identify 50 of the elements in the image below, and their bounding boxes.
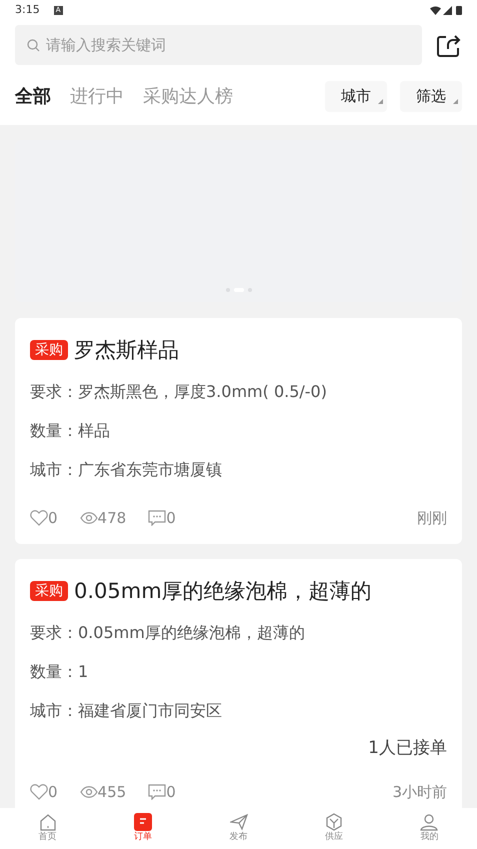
corner-caret-icon <box>378 98 383 104</box>
document-icon <box>134 813 152 831</box>
card-detail: 要求：0.05mm厚的绝缘泡棉，超薄的 <box>30 622 306 644</box>
dropdown-button[interactable]: 城市 <box>325 80 387 112</box>
card-title: 罗杰斯样品 <box>74 337 179 364</box>
eye-icon <box>80 511 98 526</box>
filter-tab[interactable]: 采购达人榜 <box>143 82 233 110</box>
comment-icon <box>148 784 166 800</box>
card-detail: 要求：罗杰斯黑色，厚度3.0mm( 0.5/-0) <box>30 381 328 403</box>
accepted-count: 1人已接单 <box>368 736 447 760</box>
nav-tab[interactable]: 我的 <box>382 808 477 849</box>
nav-tab[interactable]: 首页 <box>0 808 96 849</box>
home-icon <box>38 813 57 831</box>
eye-icon <box>80 785 98 800</box>
view-count: 455 <box>98 782 126 803</box>
comment-count: 0 <box>166 782 176 803</box>
dropdown-button[interactable]: 筛选 <box>400 80 462 112</box>
post-time: 3小时前 <box>392 782 447 803</box>
card-detail: 数量：样品 <box>30 420 111 442</box>
battery-icon <box>456 5 462 15</box>
card-detail: 数量：1 <box>30 660 90 682</box>
view-count: 478 <box>98 508 126 529</box>
like-count: 0 <box>48 782 58 803</box>
nav-tab[interactable]: 发布 <box>190 808 286 849</box>
purchase-tag: 采购 <box>30 580 68 600</box>
search-field[interactable]: 请输入搜索关键词 <box>15 25 422 65</box>
comment-icon <box>148 510 166 526</box>
post-time: 刚刚 <box>417 508 447 529</box>
like-count: 0 <box>48 508 58 529</box>
order-card[interactable]: 采购 0.05mm厚的绝缘泡棉，超薄的 要求：0.05mm厚的绝缘泡棉，超薄的 数量：1 城市：福建省厦门市同安区 1人已接单 0 455 0 3小时前 <box>15 558 462 808</box>
cube-icon <box>324 813 343 831</box>
heart-icon <box>30 784 48 800</box>
card-detail: 城市：福建省厦门市同安区 <box>30 700 223 722</box>
corner-caret-icon <box>453 98 458 104</box>
card-detail: 城市：广东省东莞市塘厦镇 <box>30 459 223 481</box>
filter-tab[interactable]: 进行中 <box>70 82 124 110</box>
paper-plane-icon <box>230 813 248 831</box>
filter-tab[interactable]: 全部 <box>15 82 51 110</box>
person-icon <box>420 813 438 831</box>
signal-icon <box>443 6 452 14</box>
nav-tab[interactable]: 订单 <box>95 808 191 849</box>
order-card[interactable]: 采购 罗杰斯样品 要求：罗杰斯黑色，厚度3.0mm( 0.5/-0) 数量：样品 城市：广东省东莞市塘厦镇 0 478 0 刚刚 <box>15 318 462 544</box>
comment-count: 0 <box>166 508 176 529</box>
heart-icon <box>30 510 48 526</box>
nav-tab[interactable]: 供应 <box>286 808 382 849</box>
purchase-tag: 采购 <box>30 340 68 360</box>
card-title: 0.05mm厚的绝缘泡棉，超薄的 <box>74 578 372 604</box>
wifi-icon <box>430 6 441 14</box>
status-time: 3:15 <box>15 2 40 18</box>
search-icon <box>27 39 40 52</box>
